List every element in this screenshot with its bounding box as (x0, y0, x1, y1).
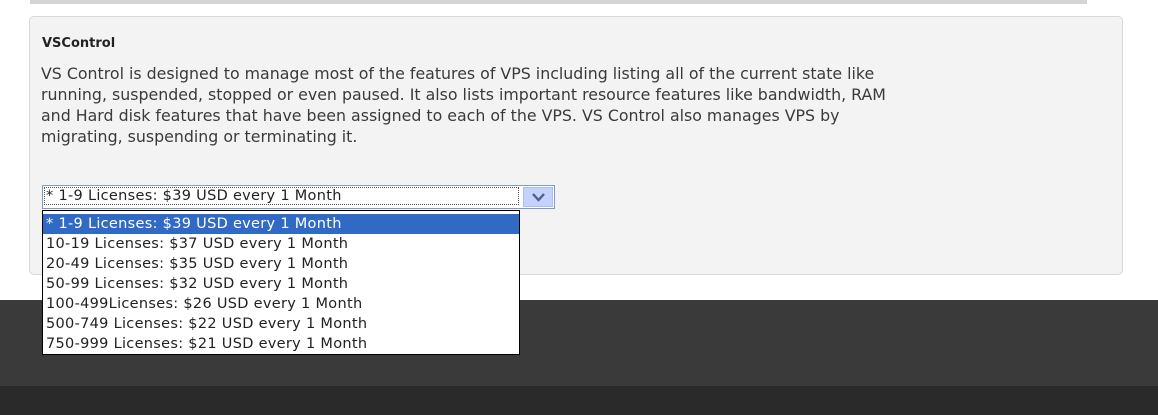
billing-cycle-select[interactable]: * 1-9 Licenses: $39 USD every 1 Month (42, 185, 555, 209)
option-20-49-licenses[interactable]: 20-49 Licenses: $35 USD every 1 Month (43, 254, 519, 274)
option-500-749-licenses[interactable]: 500-749 Licenses: $22 USD every 1 Month (43, 314, 519, 334)
chevron-down-icon (532, 193, 545, 202)
billing-cycle-options[interactable]: * 1-9 Licenses: $39 USD every 1 Month 10… (42, 210, 520, 355)
top-divider (30, 0, 1087, 4)
option-1-9-licenses[interactable]: * 1-9 Licenses: $39 USD every 1 Month (43, 214, 519, 234)
option-50-99-licenses[interactable]: 50-99 Licenses: $32 USD every 1 Month (43, 274, 519, 294)
option-10-19-licenses[interactable]: 10-19 Licenses: $37 USD every 1 Month (43, 234, 519, 254)
dropdown-arrow-button[interactable] (523, 187, 553, 207)
product-description: VS Control is designed to manage most of… (41, 64, 886, 146)
option-100-499-licenses[interactable]: 100-499Licenses: $26 USD every 1 Month (43, 294, 519, 314)
product-title: VSControl (42, 36, 116, 51)
billing-cycle-selected-value: * 1-9 Licenses: $39 USD every 1 Month (46, 188, 342, 204)
option-750-999-licenses[interactable]: 750-999 Licenses: $21 USD every 1 Month (43, 334, 519, 354)
page-footer-bottom (0, 386, 1158, 415)
